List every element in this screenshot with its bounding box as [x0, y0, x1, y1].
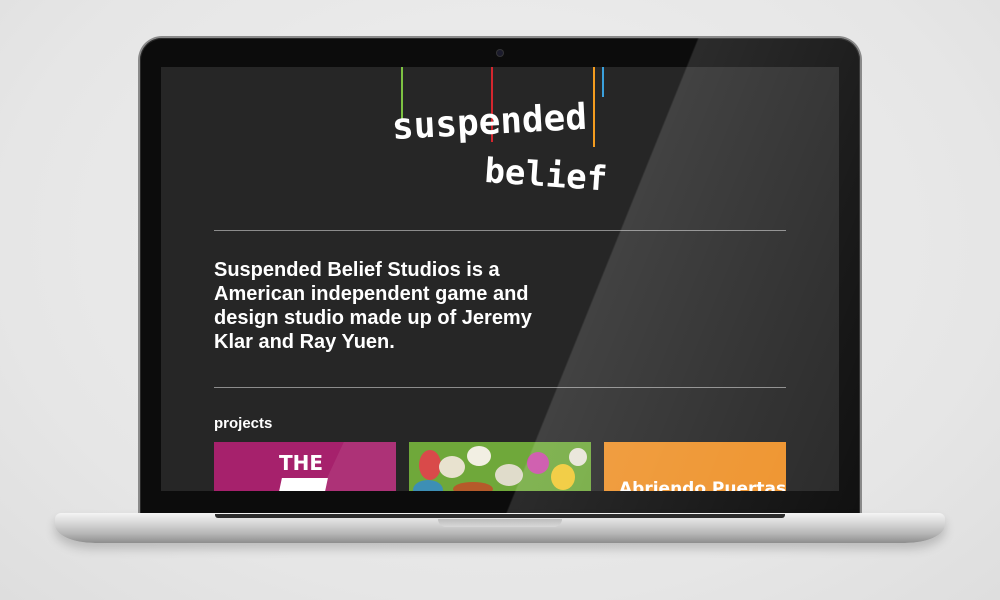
- logo-word-suspended: suspended: [391, 96, 588, 148]
- laptop-mockup: suspended belief Suspended Belief Studio…: [0, 0, 1000, 600]
- laptop-lid: suspended belief Suspended Belief Studio…: [140, 38, 860, 518]
- doodle-character: [419, 450, 441, 480]
- top-divider: [214, 230, 786, 231]
- lid-open-notch: [438, 519, 562, 527]
- logo-string-orange: [593, 67, 595, 147]
- tile-logo-shape: [278, 478, 328, 491]
- doodle-character: [495, 464, 523, 486]
- doodle-character: [439, 456, 465, 478]
- logo-word-belief: belief: [483, 151, 609, 200]
- project-tile-1[interactable]: THE: [214, 442, 396, 491]
- doodle-character: [527, 452, 549, 474]
- doodle-character: [453, 482, 493, 491]
- middle-divider: [214, 387, 786, 388]
- projects-heading: projects: [214, 415, 273, 432]
- doodle-character: [467, 446, 491, 466]
- camera-icon: [496, 49, 504, 57]
- project-tile-3-label: Abriendo Puertas: [619, 479, 786, 491]
- laptop-hinge: [215, 514, 785, 518]
- logo-string-blue: [602, 67, 604, 97]
- tile-stripe: [320, 442, 396, 491]
- project-tile-2[interactable]: [409, 442, 591, 491]
- project-tile-3[interactable]: Abriendo Puertas: [604, 442, 786, 491]
- doodle-character: [413, 480, 443, 491]
- studio-intro: Suspended Belief Studios is a American i…: [214, 259, 532, 353]
- project-tile-1-label: THE: [279, 451, 324, 475]
- site-logo[interactable]: suspended belief: [161, 67, 839, 217]
- website-screen: suspended belief Suspended Belief Studio…: [161, 67, 839, 491]
- doodle-character: [551, 464, 575, 490]
- doodle-character: [569, 448, 587, 466]
